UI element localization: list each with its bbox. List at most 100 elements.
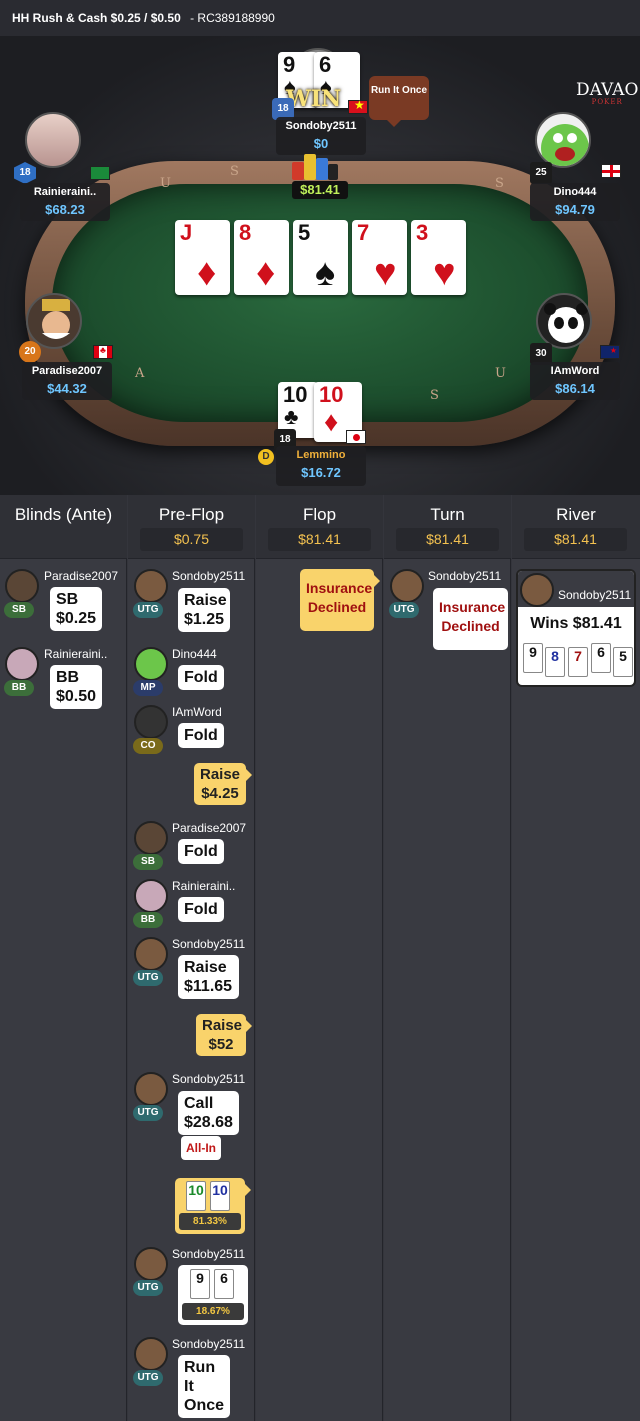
seat-right-top-nameplate[interactable]: Dino444 $94.79 — [530, 183, 620, 221]
all-in-label: All-In — [181, 1136, 221, 1160]
position-badge: SB — [133, 854, 163, 870]
seat-stack: $68.23 — [45, 202, 85, 217]
hand-title: HH Rush & Cash $0.25 / $0.50 — [12, 11, 181, 25]
pot-chips-icon — [292, 154, 338, 180]
seat-name: Paradise2007 — [31, 365, 103, 377]
position-badge: BB — [4, 680, 34, 696]
card-rank: 10 — [283, 382, 308, 407]
player-name: Sondoby2511 — [172, 1337, 246, 1351]
run-it-once-bubble: Run It Once — [369, 76, 429, 127]
avatar — [134, 937, 168, 971]
action-label: Raise — [184, 592, 227, 609]
column-pot: $81.41 — [268, 528, 371, 551]
davao-poker-logo: DAVAO POKER — [576, 82, 638, 106]
avatar — [134, 1247, 168, 1281]
rail-letter: S — [230, 164, 239, 179]
seat-hero-nameplate[interactable]: Lemmino $16.72 — [276, 446, 366, 486]
action-amount: $11.65 — [184, 978, 233, 995]
seat-left-bottom-nameplate[interactable]: Paradise2007 $44.32 — [22, 362, 112, 400]
seat-right-bottom-nameplate[interactable]: IAmWord $86.14 — [530, 362, 620, 400]
hero-action-bubble: Raise $4.25 — [194, 763, 252, 805]
canada-flag-icon: ♣ — [93, 345, 113, 359]
player-name: Dino444 — [172, 647, 217, 661]
player-name: Rainieraini.. — [172, 879, 236, 893]
column-title: Turn — [430, 505, 465, 524]
macau-flag-icon — [90, 166, 110, 180]
seat-name: Lemmino — [296, 449, 346, 461]
card-suit: ♥ — [433, 252, 456, 294]
rail-letter: U — [160, 176, 171, 191]
equity-label: 81.33% — [179, 1213, 241, 1230]
board-card: J ♦ — [175, 220, 230, 295]
mini-card: 10 — [186, 1181, 206, 1211]
new-zealand-flag-icon: ★ — [600, 345, 620, 359]
rail-letter: S — [495, 176, 504, 191]
avatar — [134, 879, 168, 913]
card-suit: ♥ — [374, 252, 397, 294]
column-title: Blinds (Ante) — [14, 505, 113, 524]
action-bubble: Raise $11.65 — [178, 955, 239, 999]
seat-name: IAmWord — [550, 365, 600, 377]
card-suit: ♦ — [256, 252, 276, 294]
run-it-once-text: Run It Once — [370, 85, 428, 96]
seat-left-top-nameplate[interactable]: Rainieraini.. $68.23 — [20, 183, 110, 221]
seat-name: Rainieraini.. — [33, 186, 97, 198]
card-rank: 10 — [319, 382, 344, 407]
card-rank: 9 — [283, 52, 296, 77]
dealer-button: D — [258, 449, 274, 465]
action-bubble: Raise $1.25 — [178, 588, 230, 632]
rail-letter: A — [135, 366, 145, 381]
column-title: Flop — [302, 505, 337, 524]
seat-stack: $86.14 — [555, 381, 595, 396]
player-name: Sondoby2511 — [172, 1247, 246, 1261]
avatar — [390, 569, 424, 603]
card-rank: 6 — [319, 52, 332, 77]
position-badge: UTG — [133, 1280, 163, 1296]
action-bubble: Fold — [178, 665, 224, 690]
avatar[interactable] — [26, 293, 82, 349]
column-header: River $81.41 — [512, 495, 640, 559]
column-header: Blinds (Ante) — [0, 495, 127, 559]
position-badge: UTG — [133, 1370, 163, 1386]
column-header: Pre-Flop $0.75 — [128, 495, 255, 559]
pot-amount: $81.41 — [292, 181, 348, 199]
win-result: Wins $81.41 — [530, 615, 622, 632]
column-title: Pre-Flop — [158, 505, 225, 524]
mini-card: 7 — [568, 647, 588, 677]
avatar — [134, 705, 168, 739]
column-header: Flop $81.41 — [256, 495, 383, 559]
position-badge: UTG — [133, 1105, 163, 1121]
action-bubble: Fold — [178, 723, 224, 748]
card-rank: 7 — [357, 220, 370, 245]
board-card: 5 ♠ — [293, 220, 348, 295]
avatar — [5, 569, 39, 603]
column-flop: Flop $81.41 — [256, 495, 383, 1421]
avatar — [134, 821, 168, 855]
logo-sub: POKER — [591, 98, 623, 106]
position-badge: UTG — [389, 602, 419, 618]
seat-stack: $94.79 — [555, 202, 595, 217]
action-bubble: Fold — [178, 839, 224, 864]
avatar[interactable] — [25, 112, 81, 168]
column-pot: $81.41 — [396, 528, 499, 551]
action-amount: $4.25 — [201, 785, 239, 802]
insurance-declined-bubble: Insurance Declined — [433, 588, 508, 650]
mini-card: 6 — [591, 643, 611, 673]
seat-name: Dino444 — [553, 186, 597, 198]
action-amount: $52 — [208, 1036, 234, 1053]
hand-header: HH Rush & Cash $0.25 / $0.50 - RC3891889… — [0, 0, 640, 36]
villain-showdown-bubble: 9 6 18.67% — [178, 1265, 248, 1325]
action-label: Raise — [200, 766, 241, 783]
seat-stack: $16.72 — [301, 465, 341, 480]
level-badge: 20 — [19, 341, 41, 363]
card-rank: J — [180, 220, 193, 245]
column-header: Turn $81.41 — [384, 495, 511, 559]
action-amount: $0.25 — [56, 610, 97, 627]
level-badge: 25 — [530, 162, 552, 184]
mini-card: 9 — [190, 1269, 210, 1299]
hero-showdown-bubble: 10 10 81.33% — [175, 1178, 251, 1234]
position-badge: MP — [133, 680, 163, 696]
player-name: Sondoby2511 — [172, 569, 246, 583]
avatar[interactable] — [535, 112, 591, 168]
avatar[interactable] — [536, 293, 592, 349]
